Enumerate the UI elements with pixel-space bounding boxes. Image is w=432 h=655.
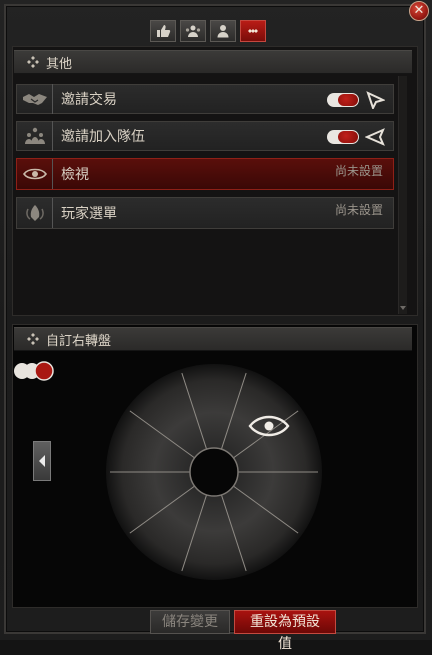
eye-icon	[22, 168, 47, 180]
list-item-invite-trade[interactable]: 邀請交易	[16, 84, 394, 114]
party-icon	[24, 127, 45, 144]
enabled-toggle[interactable]	[327, 130, 359, 144]
arrow-left-icon	[365, 128, 385, 146]
diamond-icon	[26, 332, 40, 346]
scroll-down-icon	[400, 306, 406, 310]
list-item-inspect[interactable]: 檢視 尚未設置	[16, 158, 394, 190]
more-dots-icon	[248, 29, 258, 33]
close-button[interactable]: ✕	[409, 1, 429, 21]
section-title: 其他	[46, 56, 73, 72]
section-header-wheel: 自訂右轉盤	[14, 327, 412, 351]
wheel-prev-button[interactable]	[33, 441, 51, 481]
binding-status: 尚未設置	[334, 203, 383, 217]
list-scrollbar[interactable]	[398, 76, 407, 314]
row-icon-slot	[17, 84, 53, 114]
row-icon-slot	[17, 159, 53, 189]
binding-status: 尚未設置	[334, 164, 383, 178]
toggle-knob	[338, 94, 358, 106]
diamond-icon	[26, 55, 40, 69]
arrow-left-icon	[39, 455, 45, 467]
footer-actions: 儲存變更 重設為預設值	[150, 610, 336, 652]
enabled-toggle[interactable]	[327, 93, 359, 107]
tab-more[interactable]	[240, 20, 266, 42]
toggle-knob	[338, 131, 358, 143]
tab-player[interactable]	[210, 20, 236, 42]
wing-menu-icon	[25, 205, 44, 221]
wheel-toggle[interactable]	[12, 361, 56, 381]
group-icon	[185, 25, 201, 37]
reset-default-button[interactable]: 重設為預設值	[234, 610, 336, 652]
row-icon-slot	[17, 121, 53, 151]
radial-wheel[interactable]	[104, 360, 324, 580]
tab-thumbs-up[interactable]	[150, 20, 176, 42]
tab-bar	[150, 20, 266, 42]
row-icon-slot	[17, 198, 53, 228]
handshake-icon	[22, 94, 47, 105]
list-item-invite-party[interactable]: 邀請加入隊伍	[16, 121, 394, 151]
cursor-icon	[366, 91, 385, 109]
save-changes-button[interactable]: 儲存變更	[150, 610, 230, 634]
tab-group[interactable]	[180, 20, 206, 42]
section-header-other: 其他	[14, 50, 412, 74]
list-item-player-menu[interactable]: 玩家選單 尚未設置	[16, 197, 394, 229]
thumbs-up-icon	[157, 25, 171, 37]
section-title: 自訂右轉盤	[46, 333, 112, 349]
player-icon	[217, 25, 229, 38]
